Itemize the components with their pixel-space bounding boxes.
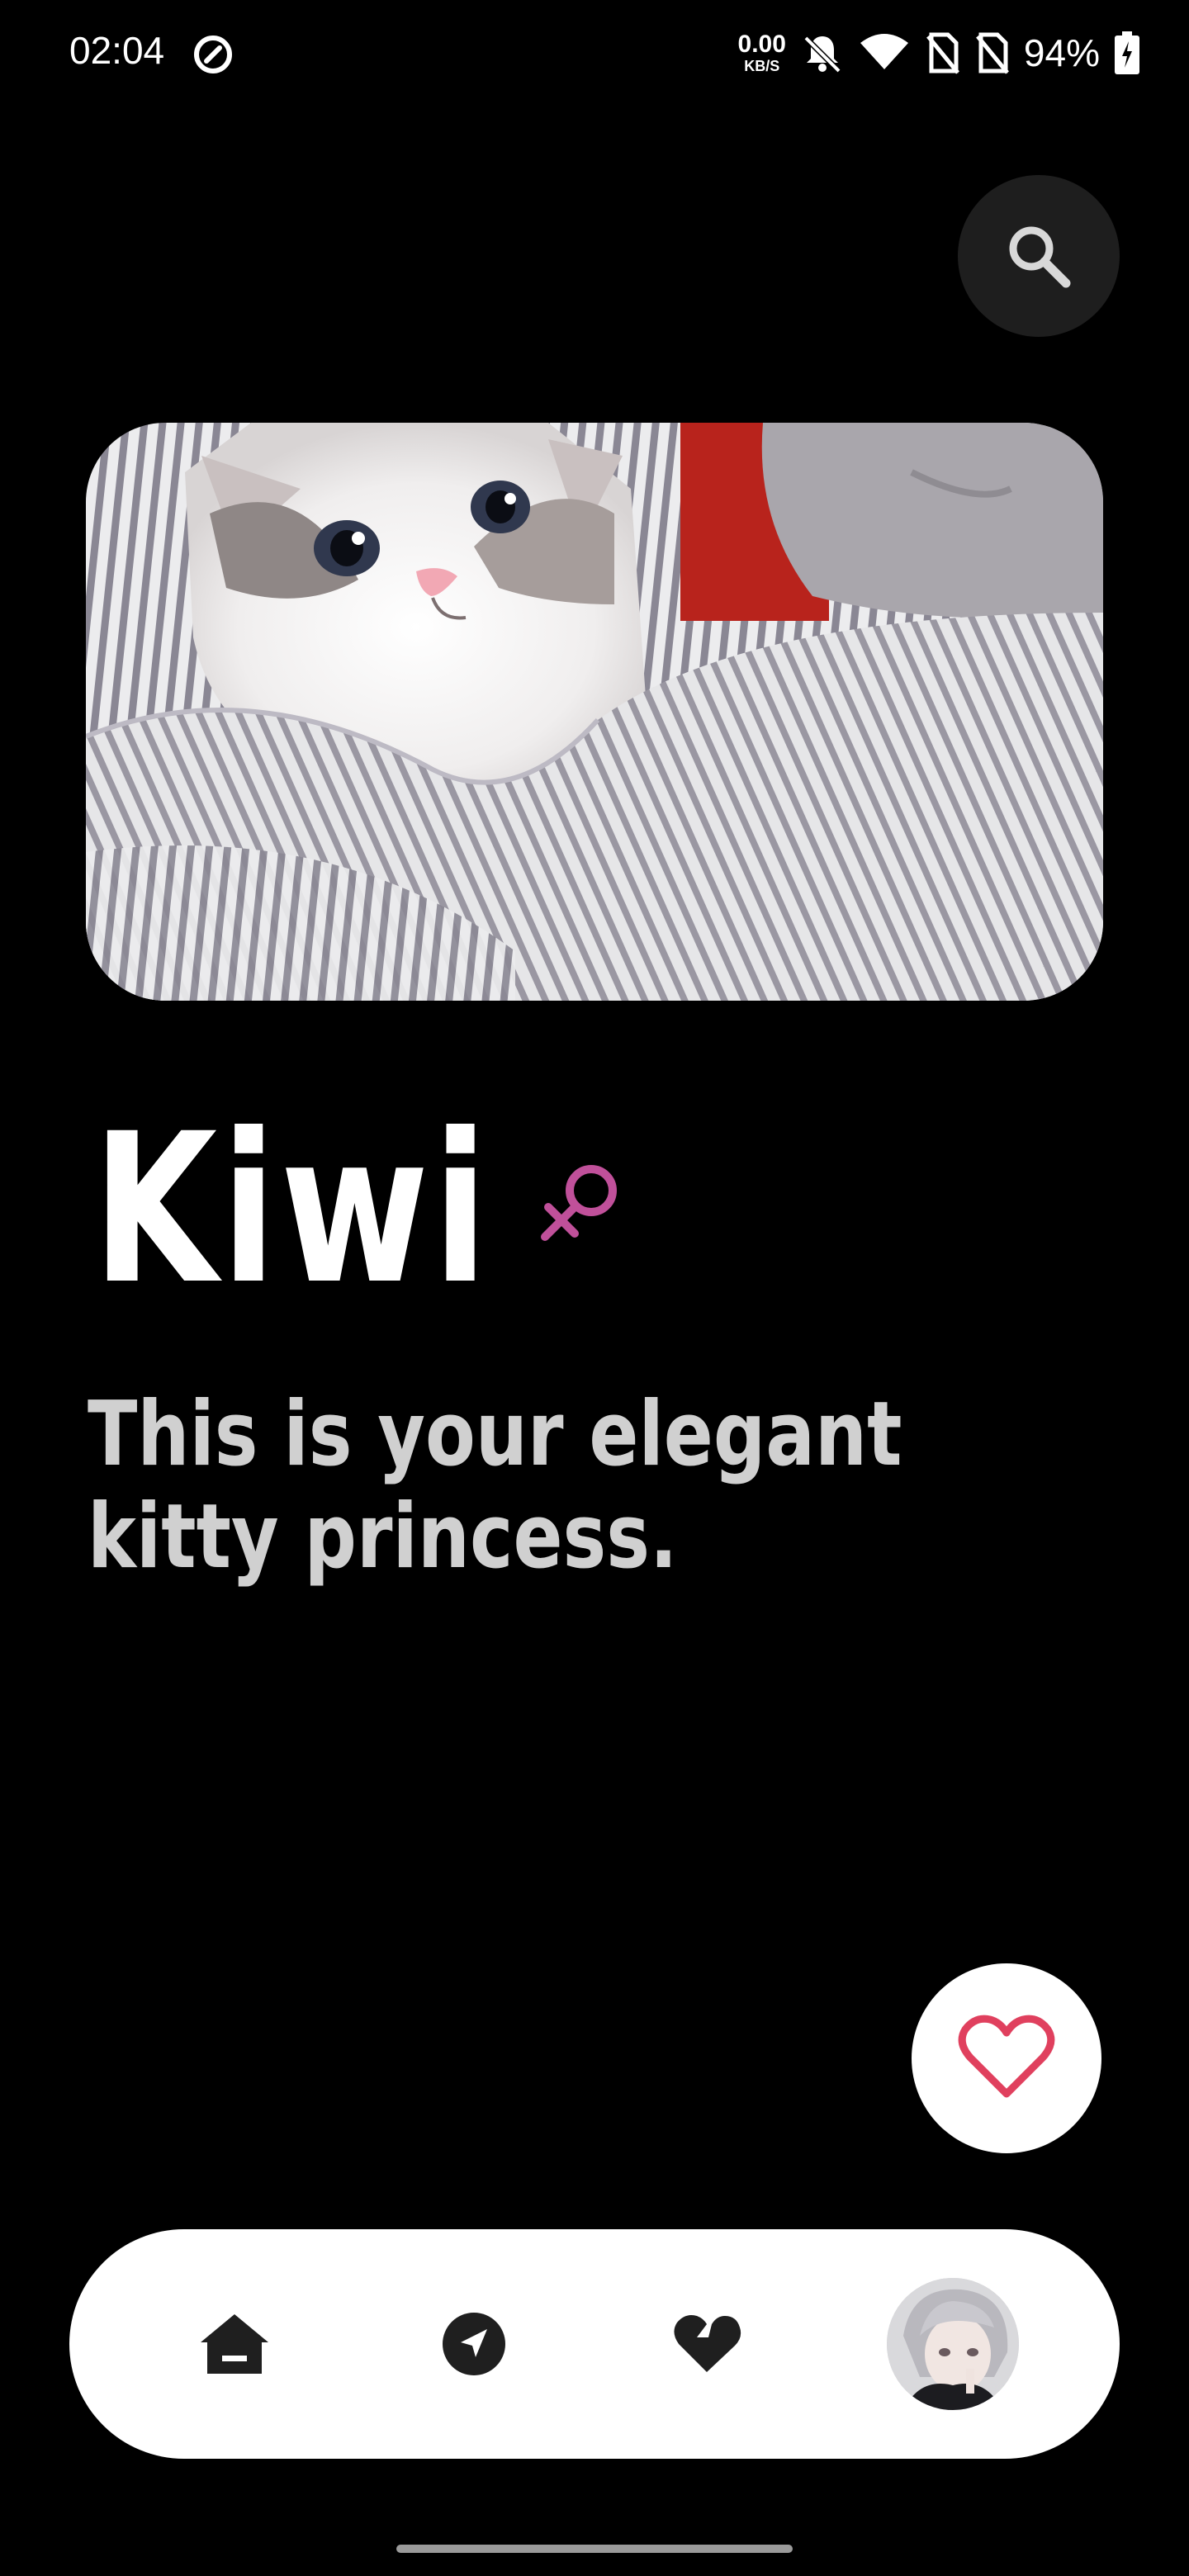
explore-icon <box>443 2313 505 2375</box>
home-icon <box>201 2314 268 2374</box>
battery-percent: 94% <box>1023 31 1100 74</box>
data-saver-icon <box>194 36 232 73</box>
status-bar: 02:04 0.00 KB/S 94% <box>0 0 1189 107</box>
no-sim-icon <box>926 32 959 74</box>
network-speed: 0.00 KB/S <box>737 31 786 74</box>
nav-profile[interactable] <box>879 2229 1027 2459</box>
home-indicator[interactable] <box>396 2545 793 2553</box>
status-icons: 0.00 KB/S 94% <box>738 23 1139 83</box>
nav-favorites[interactable] <box>632 2229 781 2459</box>
status-time: 02:04 <box>69 29 165 72</box>
network-speed-value: 0.00 <box>737 31 786 58</box>
pet-name: Kiwi <box>92 1089 492 1329</box>
nav-explore[interactable] <box>400 2229 548 2459</box>
battery-charging-icon <box>1115 31 1139 74</box>
avatar <box>887 2278 1019 2410</box>
search-button[interactable] <box>958 175 1120 337</box>
no-sim-icon-2 <box>975 32 1009 74</box>
heart-outline-icon <box>958 2015 1055 2098</box>
pet-description: This is your elegant kitty princess. <box>88 1383 902 1589</box>
wifi-icon <box>860 34 908 69</box>
like-button[interactable] <box>912 1963 1101 2153</box>
nav-home[interactable] <box>160 2229 309 2459</box>
network-speed-unit: KB/S <box>744 58 780 74</box>
heart-icon <box>674 2315 741 2372</box>
bell-off-icon <box>803 36 841 73</box>
bottom-nav <box>69 2229 1120 2459</box>
search-icon <box>1009 226 1071 288</box>
female-symbol-icon <box>541 1165 617 1241</box>
pet-photo <box>86 423 1103 1001</box>
